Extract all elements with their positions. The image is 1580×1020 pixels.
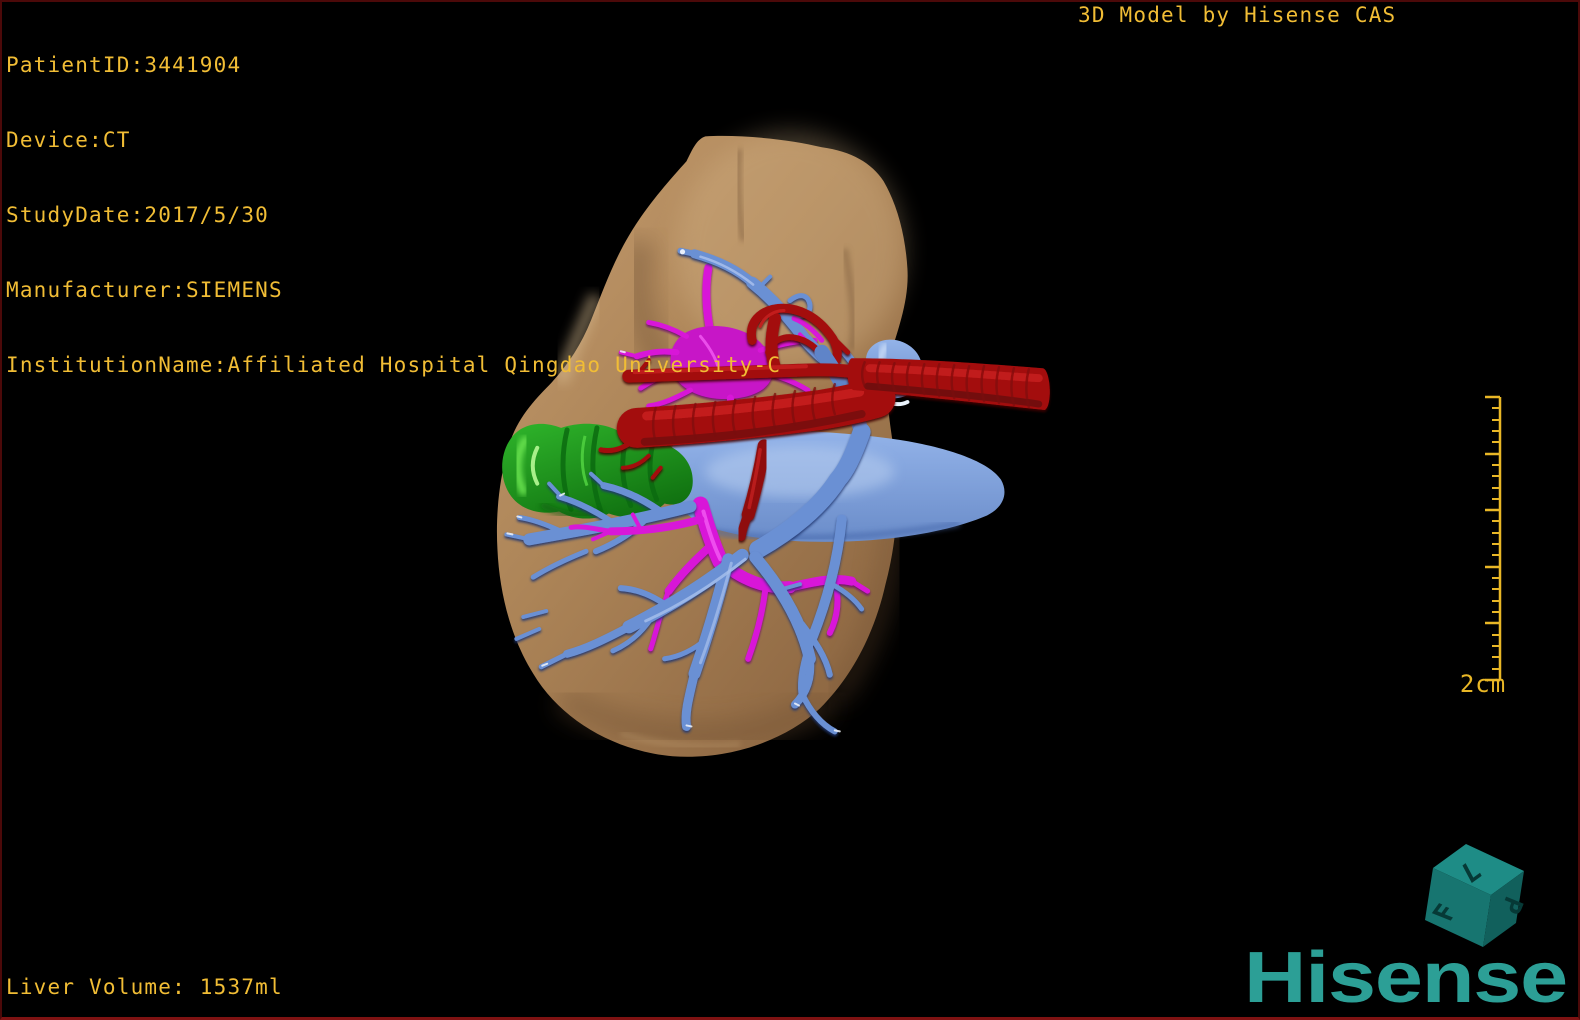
institution-name: InstitutionName:Affiliated Hospital Qing…	[6, 353, 782, 377]
watermark-title: 3D Model by Hisense CAS	[1078, 3, 1397, 27]
liver-volume-readout: Liver Volume: 1537ml	[6, 975, 283, 999]
study-date: StudyDate:2017/5/30	[6, 203, 270, 227]
viewer-screen: PatientID:3441904 Device:CT StudyDate:20…	[0, 0, 1580, 1020]
study-info-block: PatientID:3441904 Device:CT StudyDate:20…	[6, 3, 781, 428]
orientation-cube-icon: L F P	[1425, 844, 1528, 947]
scale-ruler-label: 2cm	[1459, 670, 1507, 698]
ruler-ticks	[1485, 395, 1502, 682]
patient-id: PatientID:3441904	[6, 53, 242, 77]
hisense-logo: Hisense	[1244, 938, 1568, 1018]
orientation-cube[interactable]: L F P	[1420, 836, 1535, 951]
scale-ruler	[1443, 395, 1515, 705]
manufacturer: Manufacturer:SIEMENS	[6, 278, 283, 302]
device: Device:CT	[6, 128, 131, 152]
